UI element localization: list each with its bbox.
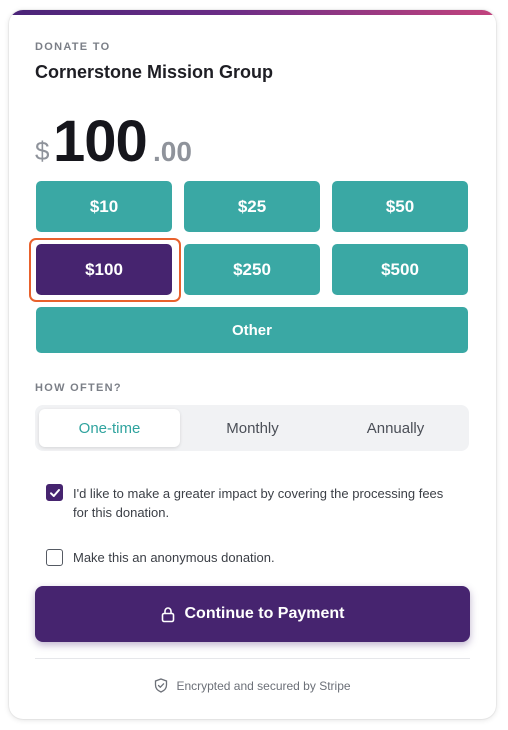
cover-fees-text: I'd like to make a greater impact by cov… bbox=[73, 486, 444, 520]
continue-to-payment-button[interactable]: Continue to Payment bbox=[35, 586, 470, 642]
frequency-annually[interactable]: Annually bbox=[325, 409, 466, 447]
donation-card: DONATE TO Cornerstone Mission Group $ 10… bbox=[9, 10, 496, 719]
frequency-one-time[interactable]: One-time bbox=[39, 409, 180, 447]
amount-button-25[interactable]: $25 bbox=[184, 181, 320, 232]
shield-check-icon bbox=[154, 678, 168, 693]
frequency-label: HOW OFTEN? bbox=[35, 382, 122, 394]
amount-button-250[interactable]: $250 bbox=[184, 244, 320, 295]
check-icon bbox=[49, 488, 60, 497]
amount-cents: .00 bbox=[153, 136, 192, 167]
lock-icon bbox=[160, 606, 176, 623]
amount-button-100[interactable]: $100 bbox=[36, 244, 172, 295]
frequency-toggle: One-time Monthly Annually bbox=[35, 405, 469, 451]
amount-whole: 100 bbox=[53, 109, 148, 174]
cover-fees-checkbox[interactable] bbox=[46, 484, 63, 501]
cover-fees-option[interactable]: I'd like to make a greater impact by cov… bbox=[46, 484, 453, 522]
frequency-monthly[interactable]: Monthly bbox=[182, 409, 323, 447]
donate-to-label: DONATE TO bbox=[35, 41, 111, 53]
currency-symbol: $ bbox=[35, 136, 50, 166]
amount-button-500[interactable]: $500 bbox=[332, 244, 468, 295]
other-amount-button[interactable]: Other bbox=[36, 307, 468, 353]
amount-button-10[interactable]: $10 bbox=[36, 181, 172, 232]
anonymous-option[interactable]: Make this an anonymous donation. bbox=[46, 549, 453, 566]
accent-bar bbox=[9, 10, 496, 15]
anonymous-text: Make this an anonymous donation. bbox=[73, 550, 275, 565]
security-text: Encrypted and secured by Stripe bbox=[176, 678, 351, 693]
org-name: Cornerstone Mission Group bbox=[35, 62, 274, 82]
security-note: Encrypted and secured by Stripe bbox=[9, 678, 496, 693]
footer-divider bbox=[35, 658, 470, 659]
continue-label: Continue to Payment bbox=[184, 605, 345, 622]
anonymous-checkbox[interactable] bbox=[46, 549, 63, 566]
amount-button-50[interactable]: $50 bbox=[332, 181, 468, 232]
